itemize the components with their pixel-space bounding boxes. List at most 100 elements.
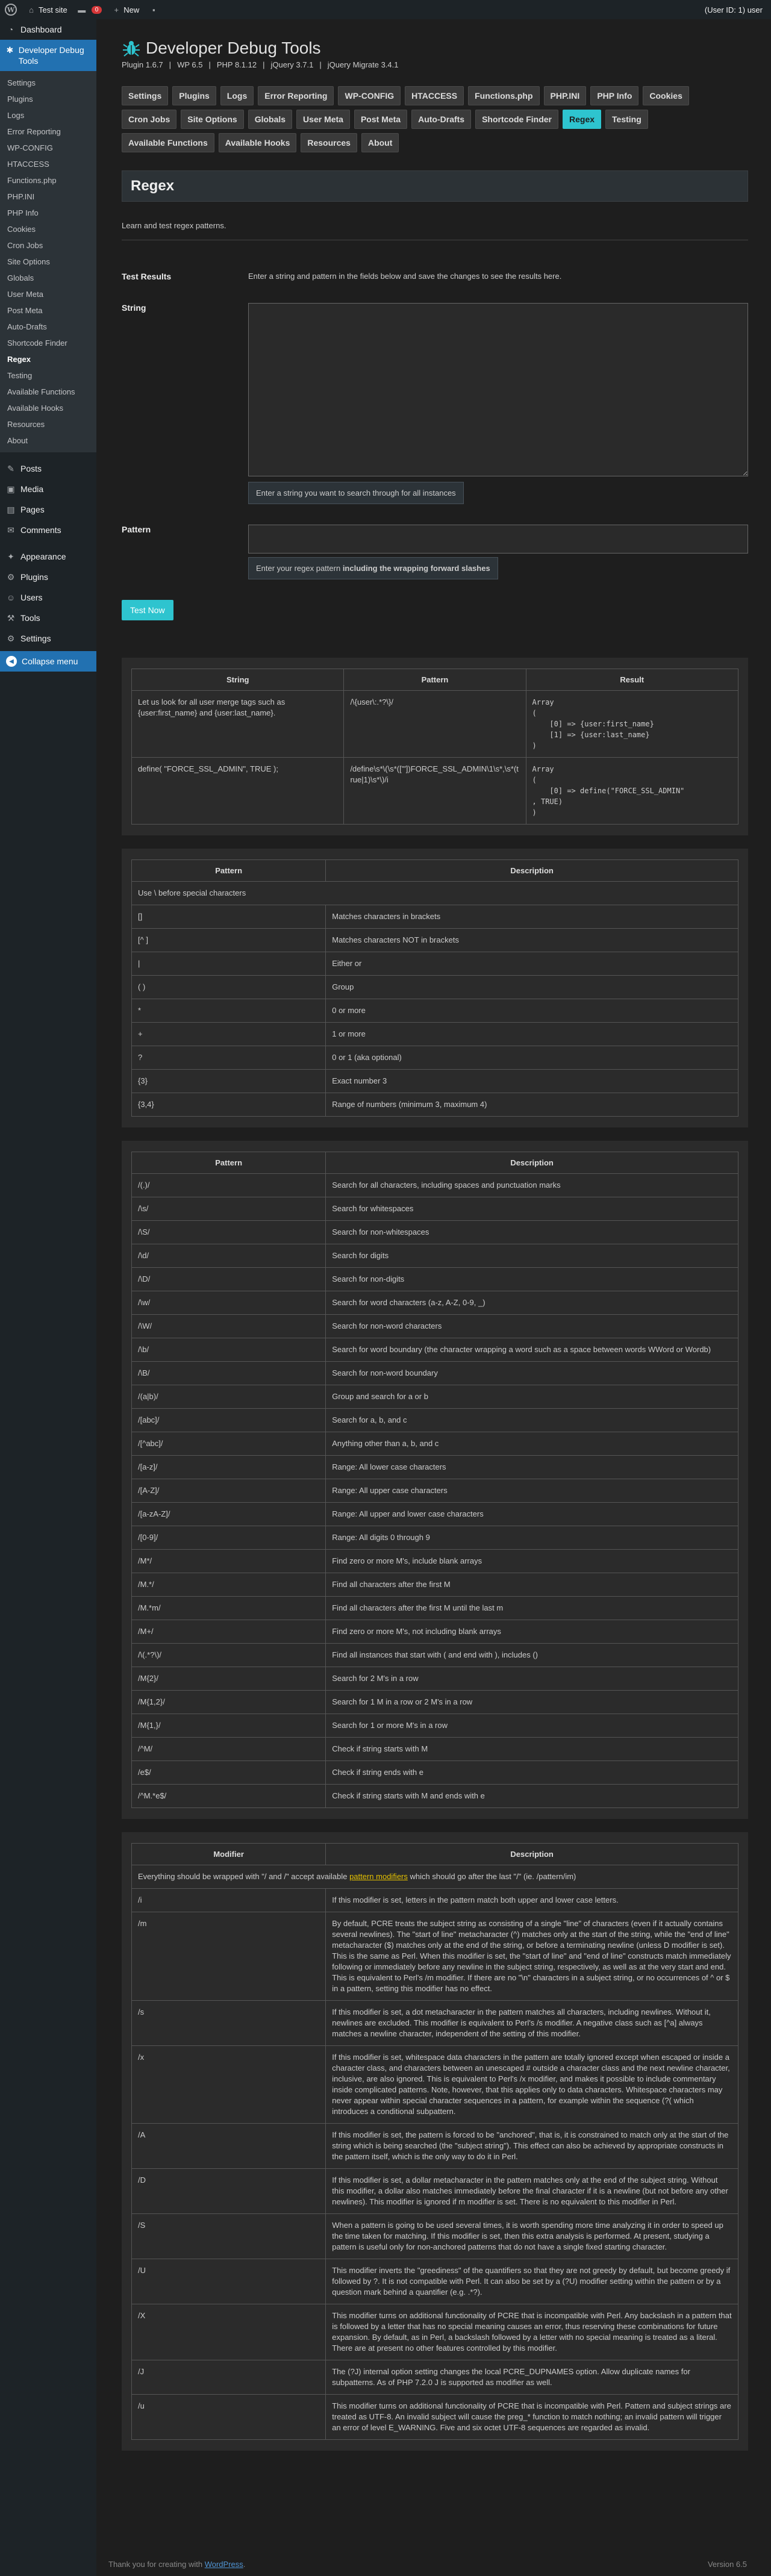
submenu-item-site-options[interactable]: Site Options: [0, 254, 96, 270]
submenu-item-regex[interactable]: Regex: [0, 351, 96, 367]
test-now-button[interactable]: Test Now: [122, 600, 173, 620]
tab-globals[interactable]: Globals: [248, 110, 293, 129]
tab-settings[interactable]: Settings: [122, 86, 169, 105]
sidebar-item-appearance[interactable]: ✦ Appearance: [0, 546, 96, 567]
tab-resources[interactable]: Resources: [301, 133, 357, 152]
tab-regex[interactable]: Regex: [563, 110, 602, 129]
submenu-item-cron-jobs[interactable]: Cron Jobs: [0, 237, 96, 254]
submenu-item-settings[interactable]: Settings: [0, 75, 96, 91]
wordpress-logo-menu[interactable]: W: [0, 0, 22, 19]
modifier-cell: /X: [131, 2304, 326, 2360]
submenu-item-about[interactable]: About: [0, 432, 96, 449]
pattern-cell: /(.)/: [131, 1173, 326, 1197]
sidebar-item-plugins[interactable]: ⚙ Plugins: [0, 567, 96, 587]
submenu-item-logs[interactable]: Logs: [0, 107, 96, 123]
table-row: /^M/Check if string starts with M: [131, 1737, 738, 1761]
submenu-item-auto-drafts[interactable]: Auto-Drafts: [0, 319, 96, 335]
submenu-item-globals[interactable]: Globals: [0, 270, 96, 286]
version-item: WP 6.5: [177, 60, 203, 69]
tab-testing[interactable]: Testing: [605, 110, 648, 129]
submenu-item-error-reporting[interactable]: Error Reporting: [0, 123, 96, 140]
sidebar-item-dashboard[interactable]: ◔ Dashboard: [0, 19, 96, 40]
description-cell: Search for word boundary (the character …: [325, 1338, 738, 1362]
table-row: /\s/Search for whitespaces: [131, 1197, 738, 1221]
table-row: ( ) Group: [131, 975, 738, 999]
sidebar-item-developer-debug-tools[interactable]: ✱ Developer Debug Tools: [0, 40, 96, 71]
table-row: /[^abc]/Anything other than a, b, and c: [131, 1432, 738, 1456]
media-icon: ▣: [7, 484, 15, 494]
tab-php-ini[interactable]: PHP.INI: [543, 86, 587, 105]
description-cell: If this modifier is set, a dollar metach…: [325, 2168, 738, 2214]
tab-about[interactable]: About: [361, 133, 399, 152]
user-menu[interactable]: (User ID: 1) user: [700, 0, 771, 19]
tab-htaccess[interactable]: HTACCESS: [405, 86, 464, 105]
submenu-item-resources[interactable]: Resources: [0, 416, 96, 432]
description-cell: Search for 2 M's in a row: [325, 1667, 738, 1691]
pattern-modifiers-link[interactable]: pattern modifiers: [349, 1872, 408, 1881]
version-item: Plugin 1.6.7: [122, 60, 163, 69]
tab-wp-config[interactable]: WP-CONFIG: [338, 86, 401, 105]
submenu-item-htaccess[interactable]: HTACCESS: [0, 156, 96, 172]
submenu-item-php-info[interactable]: PHP Info: [0, 205, 96, 221]
submenu-item-wp-config[interactable]: WP-CONFIG: [0, 140, 96, 156]
string-textarea[interactable]: [248, 303, 748, 476]
tab-cookies[interactable]: Cookies: [643, 86, 689, 105]
description-cell: Anything other than a, b, and c: [325, 1432, 738, 1456]
submenu-item-available-functions[interactable]: Available Functions: [0, 384, 96, 400]
site-name-menu[interactable]: ⌂ Test site: [22, 0, 72, 19]
sidebar-item-label: Plugins: [20, 572, 48, 582]
description-cell: Search for word characters (a-z, A-Z, 0-…: [325, 1291, 738, 1315]
tab-functions-php[interactable]: Functions.php: [468, 86, 540, 105]
version-item: jQuery 3.7.1: [270, 60, 314, 69]
tools-icon: ⚒: [7, 613, 15, 623]
sidebar-item-media[interactable]: ▣ Media: [0, 479, 96, 499]
submenu-item-available-hooks[interactable]: Available Hooks: [0, 400, 96, 416]
submenu-item-user-meta[interactable]: User Meta: [0, 286, 96, 302]
tab-cron-jobs[interactable]: Cron Jobs: [122, 110, 177, 129]
submenu-item-shortcode-finder[interactable]: Shortcode Finder: [0, 335, 96, 351]
submenu-item-testing[interactable]: Testing: [0, 367, 96, 384]
submenu-item-cookies[interactable]: Cookies: [0, 221, 96, 237]
new-content-menu[interactable]: + New: [107, 0, 144, 19]
submenu-item-post-meta[interactable]: Post Meta: [0, 302, 96, 319]
sidebar-item-settings[interactable]: ⚙ Settings: [0, 628, 96, 649]
submenu-item-functions-php[interactable]: Functions.php: [0, 172, 96, 189]
submenu-item-plugins[interactable]: Plugins: [0, 91, 96, 107]
sidebar-item-label: Developer Debug Tools: [18, 45, 84, 66]
tab-post-meta[interactable]: Post Meta: [354, 110, 408, 129]
pattern-cell: /\W/: [131, 1314, 326, 1338]
pattern-input[interactable]: [248, 525, 748, 554]
wordpress-link[interactable]: WordPress: [205, 2560, 243, 2569]
table-row: Let us look for all user merge tags such…: [131, 690, 739, 758]
submenu-item-php-ini[interactable]: PHP.INI: [0, 189, 96, 205]
table-row: /s If this modifier is set, a dot metacha…: [131, 2000, 738, 2046]
modifier-cell: /x: [131, 2045, 326, 2124]
tab-site-options[interactable]: Site Options: [181, 110, 244, 129]
tab-available-functions[interactable]: Available Functions: [122, 133, 214, 152]
tab-logs[interactable]: Logs: [220, 86, 254, 105]
tab-shortcode-finder[interactable]: Shortcode Finder: [475, 110, 558, 129]
tab-available-hooks[interactable]: Available Hooks: [218, 133, 297, 152]
collapse-menu-button[interactable]: ◀ Collapse menu: [0, 651, 96, 672]
tab-user-meta[interactable]: User Meta: [296, 110, 350, 129]
sidebar-item-comments[interactable]: ✉ Comments: [0, 520, 96, 540]
description-cell: If this modifier is set, a dot metachara…: [325, 2000, 738, 2046]
sidebar-item-label: Comments: [20, 525, 61, 535]
tab-php-info[interactable]: PHP Info: [590, 86, 639, 105]
tab-plugins[interactable]: Plugins: [172, 86, 216, 105]
debug-menu[interactable]: ▪: [144, 0, 166, 19]
table-row: /\S/Search for non-whitespaces: [131, 1220, 738, 1244]
comments-menu[interactable]: ▬ 0: [72, 0, 107, 19]
modifiers-note: Everything should be wrapped with "/ and…: [131, 1865, 738, 1889]
table-row: /\B/Search for non-word boundary: [131, 1361, 738, 1385]
tab-error-reporting[interactable]: Error Reporting: [258, 86, 334, 105]
table-row: /[A-Z]/Range: All upper case characters: [131, 1479, 738, 1503]
examples-table-box: String Pattern Result Let us look for all …: [122, 658, 748, 835]
sidebar-item-tools[interactable]: ⚒ Tools: [0, 608, 96, 628]
comments-icon: ✉: [7, 525, 14, 535]
sidebar-item-users[interactable]: ☺ Users: [0, 587, 96, 608]
sidebar-item-posts[interactable]: ✎ Posts: [0, 458, 96, 479]
tab-auto-drafts[interactable]: Auto-Drafts: [411, 110, 472, 129]
table-row: /X This modifier turns on additional func…: [131, 2304, 738, 2360]
sidebar-item-pages[interactable]: ▤ Pages: [0, 499, 96, 520]
